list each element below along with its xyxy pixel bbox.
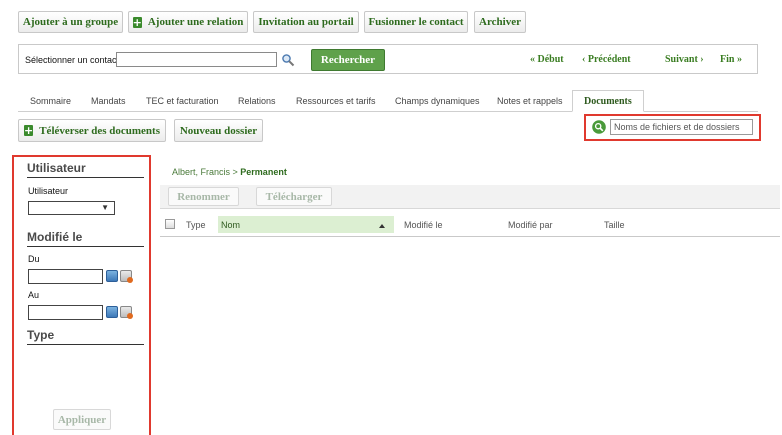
tab-tec-facturation[interactable]: TEC et facturation: [146, 96, 219, 106]
tab-sommaire[interactable]: Sommaire: [30, 96, 71, 106]
upload-documents-label: Téléverser des documents: [39, 124, 160, 137]
tab-ressources-tarifs[interactable]: Ressources et tarifs: [296, 96, 376, 106]
breadcrumb-current: Permanent: [240, 167, 287, 177]
plus-icon: +: [132, 15, 142, 29]
user-section-title: Utilisateur: [27, 161, 86, 175]
user-filter-label: Utilisateur: [28, 186, 69, 196]
portal-invite-button[interactable]: Invitation au portail: [253, 11, 359, 33]
nav-last-link[interactable]: Fin »: [720, 54, 742, 65]
from-date-label: Du: [28, 254, 40, 264]
search-icon[interactable]: [592, 120, 606, 134]
documents-table-header: Type Nom Modifié le Modifié par Taille: [160, 212, 780, 237]
nav-previous-link[interactable]: ‹ Précédent: [582, 54, 631, 65]
tab-mandats[interactable]: Mandats: [91, 96, 126, 106]
merge-contact-button[interactable]: Fusionner le contact: [364, 11, 468, 33]
calendar-icon[interactable]: [106, 306, 118, 318]
column-modified-by[interactable]: Modifié par: [508, 220, 553, 230]
file-actions-bar: [160, 185, 780, 209]
plus-icon: +: [24, 124, 34, 137]
clear-date-icon[interactable]: [120, 270, 133, 283]
column-nom[interactable]: Nom: [221, 220, 240, 230]
tab-relations[interactable]: Relations: [238, 96, 276, 106]
add-relation-button[interactable]: + Ajouter une relation: [128, 11, 248, 33]
type-section-title: Type: [27, 328, 55, 342]
rename-button[interactable]: Renommer: [168, 187, 239, 206]
breadcrumb: Albert, Francis > Permanent: [172, 167, 287, 177]
download-button[interactable]: Télécharger: [256, 187, 332, 206]
calendar-icon[interactable]: [106, 270, 118, 282]
breadcrumb-parent[interactable]: Albert, Francis: [172, 167, 230, 177]
filter-panel: Utilisateur Utilisateur ▼ Modifié le Du …: [12, 155, 151, 435]
breadcrumb-separator: >: [230, 167, 241, 177]
tab-notes-rappels[interactable]: Notes et rappels: [497, 96, 563, 106]
divider: [27, 246, 144, 247]
upload-documents-button[interactable]: + Téléverser des documents: [18, 119, 166, 142]
new-folder-button[interactable]: Nouveau dossier: [174, 119, 263, 142]
column-type[interactable]: Type: [186, 220, 206, 230]
file-search-box: Noms de fichiers et de dossiers: [584, 114, 761, 141]
search-icon[interactable]: [281, 53, 295, 67]
apply-filters-button[interactable]: Appliquer: [53, 409, 111, 430]
contact-select-label: Sélectionner un contact: [25, 55, 120, 65]
file-search-input[interactable]: Noms de fichiers et de dossiers: [610, 119, 753, 135]
divider: [27, 344, 144, 345]
divider: [27, 177, 144, 178]
from-date-input[interactable]: [28, 269, 103, 284]
add-relation-label: Ajouter une relation: [147, 16, 244, 28]
sort-ascending-icon: [379, 224, 385, 228]
to-date-input[interactable]: [28, 305, 103, 320]
nav-next-link[interactable]: Suivant ›: [665, 54, 704, 65]
tab-champs-dynamiques[interactable]: Champs dynamiques: [395, 96, 480, 106]
clear-date-icon[interactable]: [120, 306, 133, 319]
add-to-group-button[interactable]: Ajouter à un groupe: [18, 11, 123, 33]
to-date-label: Au: [28, 290, 40, 300]
select-all-checkbox[interactable]: [165, 219, 175, 229]
archive-button[interactable]: Archiver: [474, 11, 526, 33]
dropdown-arrow-icon: ▼: [101, 203, 109, 212]
sorted-column-background: [218, 216, 394, 233]
contact-search-input[interactable]: [116, 52, 277, 67]
tab-underline: [18, 111, 758, 112]
modified-section-title: Modifié le: [27, 230, 83, 244]
column-size[interactable]: Taille: [604, 220, 625, 230]
tab-documents[interactable]: Documents: [572, 90, 644, 112]
column-modified-date[interactable]: Modifié le: [404, 220, 443, 230]
user-select[interactable]: ▼: [28, 201, 115, 215]
nav-first-link[interactable]: « Début: [530, 54, 564, 65]
contact-search-bar: Sélectionner un contact Rechercher « Déb…: [18, 44, 758, 74]
search-button[interactable]: Rechercher: [311, 49, 385, 71]
